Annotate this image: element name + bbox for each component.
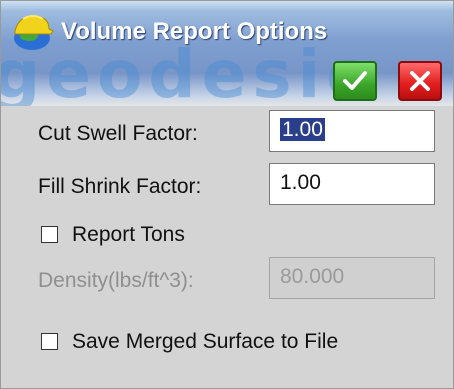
cut-swell-value: 1.00 — [280, 118, 325, 141]
close-icon — [410, 71, 430, 91]
fill-shrink-label: Fill Shrink Factor: — [38, 175, 202, 198]
cancel-button[interactable] — [398, 61, 442, 101]
density-input: 80.000 — [269, 257, 435, 299]
ok-button[interactable] — [333, 61, 377, 101]
app-logo-icon — [14, 15, 54, 50]
watermark-text: geodesic — [1, 36, 372, 106]
checkmark-icon — [343, 71, 367, 90]
fill-shrink-input[interactable]: 1.00 — [269, 163, 435, 205]
cut-swell-label: Cut Swell Factor: — [38, 122, 198, 145]
save-merged-surface-label: Save Merged Surface to File — [72, 330, 339, 353]
save-merged-surface-checkbox[interactable] — [41, 333, 58, 350]
density-value: 80.000 — [280, 265, 345, 288]
volume-report-options-dialog: geodesic Volume Report Options Cut Swell… — [0, 0, 454, 389]
report-tons-label: Report Tons — [72, 223, 185, 246]
density-label: Density(lbs/ft^3): — [38, 269, 194, 292]
report-tons-checkbox[interactable] — [41, 226, 58, 243]
fill-shrink-value: 1.00 — [280, 171, 321, 194]
window-title: Volume Report Options — [61, 18, 328, 45]
title-bar: geodesic Volume Report Options — [1, 1, 453, 106]
cut-swell-input[interactable]: 1.00 — [269, 110, 435, 152]
